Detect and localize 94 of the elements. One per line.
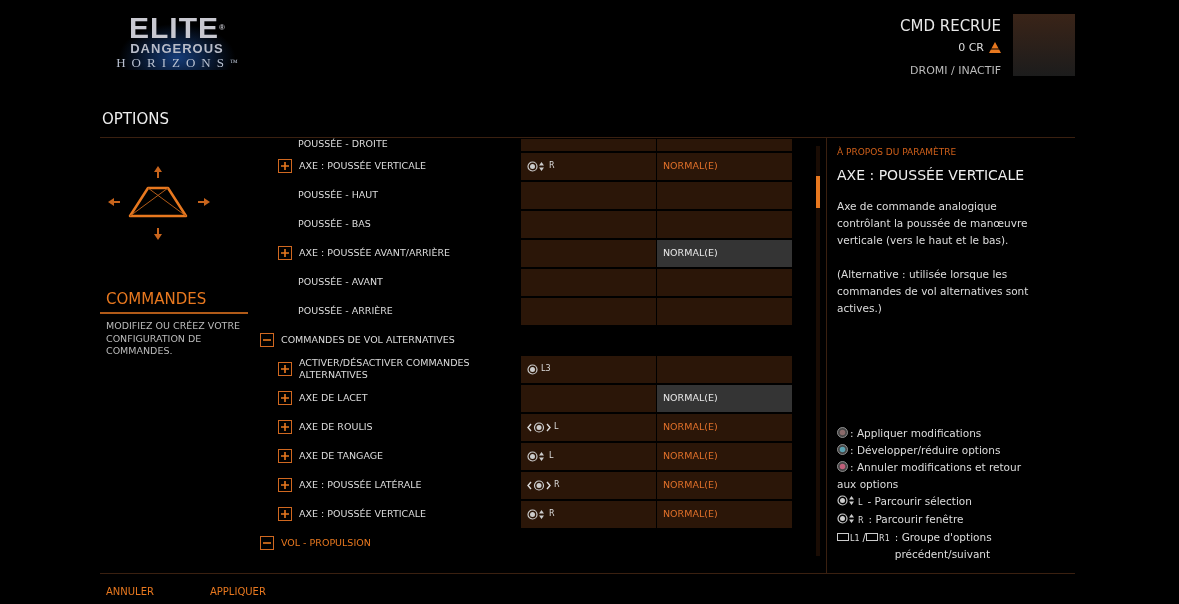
binding-cell[interactable] [521, 297, 656, 325]
mode-cell[interactable]: NORMAL(E) [657, 413, 792, 441]
binding-cell[interactable] [521, 268, 656, 296]
avatar-placeholder [1013, 14, 1075, 76]
logo-text: ELITE [129, 11, 220, 44]
expand-icon [278, 391, 292, 405]
mode-cell[interactable]: NORMAL(E) [657, 500, 792, 528]
setting-label[interactable]: AXE : POUSSÉE VERTICALE [299, 160, 426, 172]
group-header[interactable]: COMMANDES DE VOL ALTERNATIVES [281, 332, 455, 348]
setting-label[interactable]: AXE DE LACET [299, 392, 368, 404]
mode-cell[interactable]: NORMAL(E) [657, 471, 792, 499]
location-status: DROMI / INACTIF [909, 62, 1001, 79]
commander-name: CMD RECRUE [900, 17, 1001, 35]
footer-action[interactable]: ANNULER [106, 583, 154, 599]
stick-up-down-icon [527, 508, 546, 520]
stick-up-down-icon [527, 160, 546, 172]
binding-cell[interactable] [521, 239, 656, 267]
legend-text: : Développer/réduire options [850, 443, 1001, 456]
rank-icon [989, 42, 1001, 55]
binding-cell[interactable]: L3 [521, 355, 656, 383]
mode-cell[interactable]: NORMAL(E) [657, 384, 792, 412]
binding-label: R [549, 508, 555, 520]
setting-description: (Alternative : utilisée lorsque les commandes de vol alternatives sont actives.) [837, 267, 1030, 316]
trademark: ™ [229, 58, 238, 67]
expand-icon [278, 246, 292, 260]
legend-text: : Groupe d'options précédent/suivant [894, 529, 993, 562]
scrollbar-thumb[interactable] [816, 175, 820, 208]
mode-cell[interactable]: NORMAL(E) [657, 152, 792, 180]
page-title: OPTIONS [100, 100, 1075, 138]
stick-up-down-icon [527, 450, 546, 462]
legend-text: : Appliquer modifications [850, 426, 982, 439]
setting-label[interactable]: ACTIVER/DÉSACTIVER COMMANDES ALTERNATIVES [299, 357, 521, 381]
bumper-label: L1 [850, 532, 860, 545]
mode-cell[interactable]: NORMAL(E) [657, 442, 792, 470]
expand-icon [278, 159, 292, 173]
mode-cell[interactable] [657, 181, 792, 209]
expand-icon [278, 362, 292, 376]
credits-text: 0 CR [958, 40, 984, 56]
setting-label[interactable]: AXE : POUSSÉE AVANT/ARRIÈRE [299, 247, 450, 259]
logo-text: HORIZONS [116, 55, 230, 70]
stick-up-down-icon [837, 512, 856, 524]
setting-label[interactable]: AXE DE TANGAGE [299, 450, 384, 462]
bumper-label: R1 [879, 532, 890, 545]
shoulder-button-icon [837, 532, 849, 541]
binding-label: R [554, 479, 560, 491]
stick-label: R [858, 515, 864, 525]
stick-left-right-icon [527, 421, 551, 433]
shoulder-button-icon [866, 532, 879, 541]
expand-icon [278, 507, 292, 521]
stick-left-right-icon [527, 479, 551, 491]
setting-label[interactable]: AXE : POUSSÉE LATÉRALE [299, 479, 422, 491]
section-title: COMMANDES [100, 287, 248, 314]
binding-cell[interactable]: R [521, 152, 656, 180]
binding-cell[interactable]: L [521, 413, 656, 441]
footer-action[interactable]: APPLIQUER [209, 583, 266, 599]
setting-label[interactable]: POUSSÉE - ARRIÈRE [298, 303, 393, 319]
binding-cell[interactable]: L [521, 442, 656, 470]
expand-icon [278, 449, 292, 463]
legend-text: : Parcourir fenêtre [868, 512, 964, 525]
section-description: MODIFIEZ OU CRÉEZ VOTRE CONFIGURATION DE COMMANDES. [105, 319, 242, 358]
logo-text: DANGEROUS [130, 42, 224, 55]
binding-cell[interactable] [521, 181, 656, 209]
binding-cell[interactable] [521, 384, 656, 412]
setting-description: Axe de commande analogique contrôlant la poussée de manœuvre verticale (vers le haut et le bas). [837, 199, 1029, 248]
binding-cell[interactable]: R [521, 500, 656, 528]
about-heading: À PROPOS DU PARAMÈTRE [837, 145, 958, 159]
separator: / [862, 529, 867, 545]
binding-label: L [549, 450, 554, 462]
stick-up-down-icon [837, 494, 856, 506]
setting-label[interactable]: POUSSÉE - AVANT [298, 274, 383, 290]
setting-label[interactable]: POUSSÉE - HAUT [298, 187, 379, 203]
registered-mark: ® [219, 23, 225, 32]
group-header[interactable]: VOL - PROPULSION [281, 535, 371, 551]
setting-label[interactable]: AXE DE ROULIS [299, 421, 373, 433]
legend-text: - Parcourir sélection [867, 494, 972, 507]
mode-cell[interactable] [657, 268, 792, 296]
legend-text: : Annuler modifications et retour aux options [837, 460, 1021, 490]
mode-cell[interactable]: NORMAL(E) [657, 239, 792, 267]
stick-label: L [858, 497, 863, 507]
mode-cell[interactable] [657, 210, 792, 238]
binding-cell[interactable] [521, 210, 656, 238]
binding-label: L [554, 421, 559, 433]
binding-label: L3 [541, 363, 551, 375]
expand-icon [278, 478, 292, 492]
mode-cell[interactable] [657, 297, 792, 325]
setting-label[interactable]: POUSSÉE - BAS [298, 216, 371, 232]
expand-icon [278, 420, 292, 434]
setting-label[interactable]: AXE : POUSSÉE VERTICALE [299, 508, 426, 520]
stick-icon [527, 363, 538, 375]
binding-cell[interactable]: R [521, 471, 656, 499]
setting-label: POUSSÉE - DROITE [298, 137, 388, 152]
mode-cell[interactable] [657, 355, 792, 383]
binding-label: R [549, 160, 555, 172]
setting-title: AXE : POUSSÉE VERTICALE [837, 166, 1026, 185]
